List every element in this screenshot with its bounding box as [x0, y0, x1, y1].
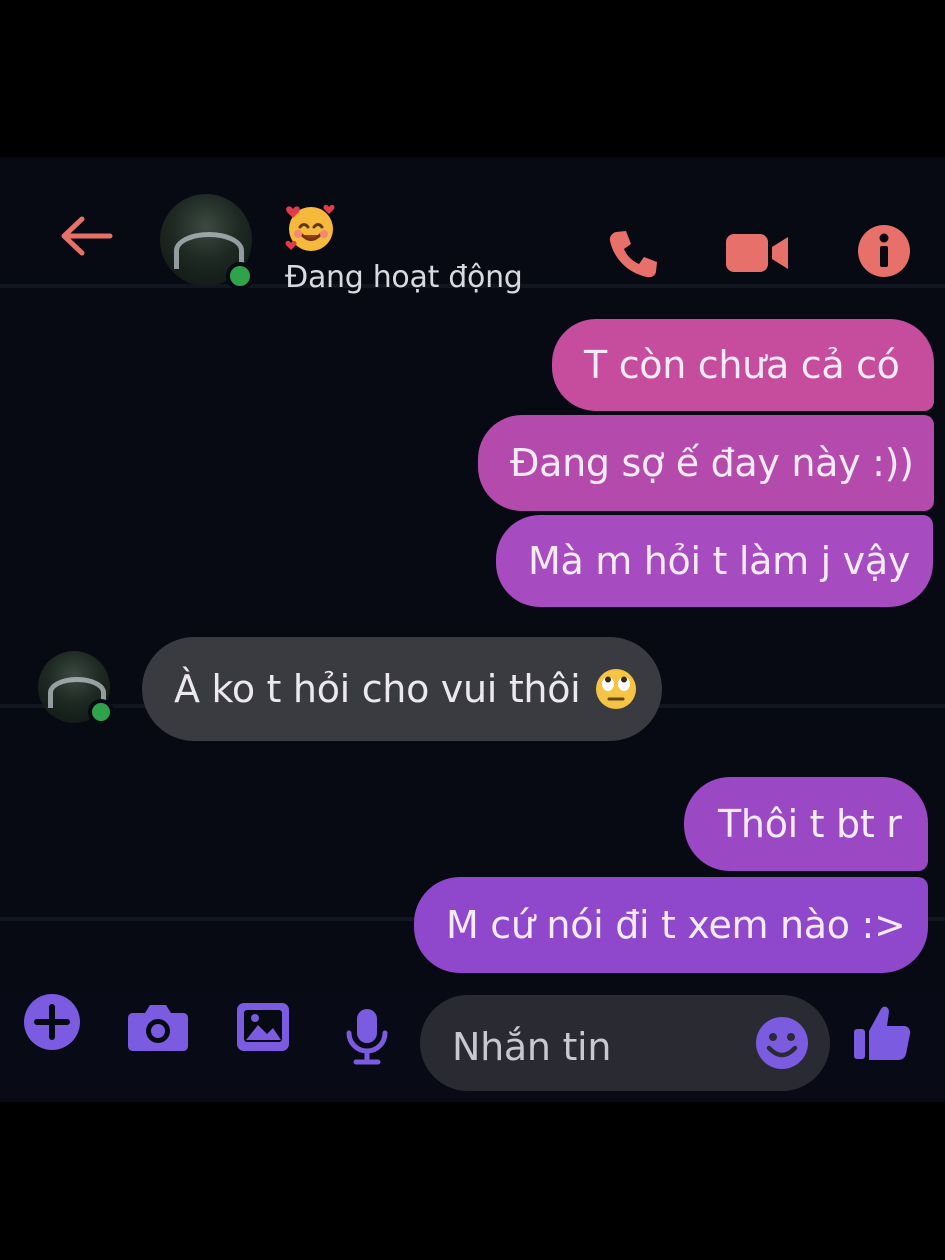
- active-status: Đang hoạt động: [285, 260, 523, 295]
- arrow-left-icon: [61, 216, 113, 256]
- camera-button[interactable]: [127, 1001, 189, 1053]
- smiley-icon: [756, 1017, 808, 1069]
- sent-message[interactable]: M cứ nói đi t xem nào :>: [414, 877, 928, 973]
- smiling-face-with-hearts-emoji: [285, 204, 335, 251]
- online-indicator: [88, 699, 114, 725]
- gallery-button[interactable]: [235, 1001, 291, 1053]
- message-text: Thôi t bt r: [718, 802, 902, 846]
- sender-avatar[interactable]: [38, 651, 114, 725]
- face-with-rolling-eyes-emoji: [596, 669, 637, 709]
- message-text: À ko t hỏi cho vui thôi: [174, 667, 581, 711]
- camera-icon: [128, 1005, 188, 1051]
- contact-name-emoji[interactable]: [285, 201, 337, 253]
- like-button[interactable]: [852, 1003, 912, 1063]
- microphone-icon: [346, 1009, 388, 1065]
- video-call-button[interactable]: [724, 230, 790, 276]
- plus-icon: [24, 994, 80, 1050]
- call-button[interactable]: [604, 227, 660, 283]
- sent-message[interactable]: Mà m hỏi t làm j vậy: [496, 515, 933, 607]
- emoji-button[interactable]: [754, 1015, 810, 1071]
- info-icon: [858, 225, 910, 277]
- received-message[interactable]: À ko t hỏi cho vui thôi: [142, 637, 662, 741]
- phone-icon: [609, 231, 657, 278]
- back-button[interactable]: [58, 214, 116, 258]
- more-actions-button[interactable]: [22, 992, 82, 1052]
- image-icon: [237, 1003, 289, 1051]
- message-input-placeholder: Nhắn tin: [452, 1025, 612, 1069]
- message-text: Đang sợ ế đay này :)): [510, 441, 914, 485]
- message-text: T còn chưa cả có: [584, 343, 900, 387]
- contact-avatar[interactable]: [160, 194, 254, 290]
- info-button[interactable]: [856, 223, 912, 279]
- sent-message[interactable]: Đang sợ ế đay này :)): [478, 415, 934, 511]
- sent-message[interactable]: Thôi t bt r: [684, 777, 928, 871]
- message-text: Mà m hỏi t làm j vậy: [528, 539, 911, 583]
- online-indicator: [226, 262, 254, 290]
- video-camera-icon: [726, 234, 788, 272]
- thumbs-up-icon: [854, 1006, 911, 1060]
- sent-message[interactable]: T còn chưa cả có: [552, 319, 934, 411]
- message-input[interactable]: Nhắn tin: [420, 995, 830, 1091]
- voice-message-button[interactable]: [344, 1007, 390, 1065]
- chat-screen: Đang hoạt động T còn chưa cả có Đang sợ …: [0, 157, 945, 1102]
- message-text: M cứ nói đi t xem nào :>: [446, 903, 906, 947]
